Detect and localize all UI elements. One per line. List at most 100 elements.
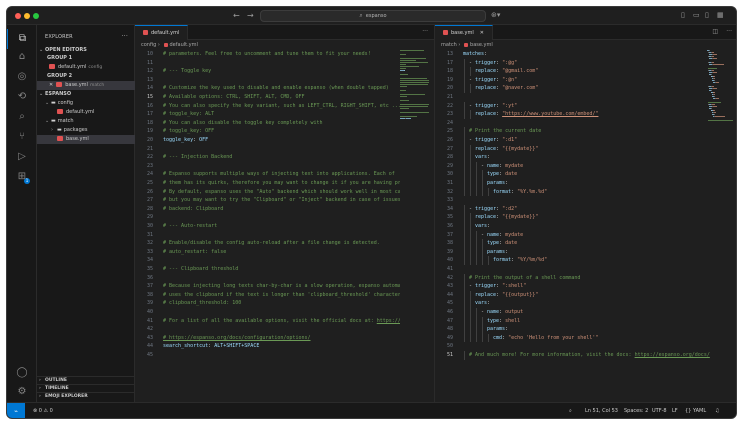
code-line[interactable]: 18 replace: "@gmail.com" — [435, 67, 711, 76]
code-line[interactable]: 11 — [135, 59, 400, 68]
encoding-setting[interactable]: UTF-8 — [652, 403, 667, 418]
code-line[interactable]: 43 # https://espanso.org/docs/configurati… — [135, 334, 400, 343]
code-line[interactable]: 40 — [135, 308, 400, 317]
breadcrumb-folder[interactable]: config — [141, 42, 156, 48]
open-editor-base-yml[interactable]: ✕ base.yml match — [37, 81, 135, 90]
code-line[interactable]: 17 # toggle_key: ALT — [135, 110, 400, 119]
code-line[interactable]: 30 # --- Auto-restart — [135, 222, 400, 231]
code-line[interactable]: 45 — [135, 351, 400, 360]
tab-default-yml[interactable]: default.yml — [135, 25, 189, 40]
breadcrumb-file[interactable]: base.yml — [470, 42, 493, 48]
code-line[interactable]: 10 # parameters. Feel free to uncomment a… — [135, 50, 400, 59]
espanso-root-folder[interactable]: ⌄ ESPANSO — [37, 90, 135, 99]
code-line[interactable]: 27 # but you may want to try the "Clipboa… — [135, 196, 400, 205]
code-line[interactable]: 36 vars: — [435, 222, 711, 231]
extensions-icon[interactable]: ⊞ 1 — [7, 167, 37, 187]
code-line[interactable]: 19 # toggle_key: OFF — [135, 127, 400, 136]
code-line[interactable]: 44 search_shortcut: ALT+SHIFT+SPACE — [135, 342, 400, 351]
folder-match[interactable]: ⌄ ▬ match — [37, 117, 135, 126]
toggle-secondary-sidebar-icon[interactable]: ▯ — [705, 11, 709, 19]
problems-indicator[interactable]: ⊗ 0 ⚠ 0 — [33, 403, 53, 418]
copilot-chat-icon[interactable]: ◎ — [7, 67, 37, 87]
minimap-right[interactable] — [707, 50, 735, 402]
code-line[interactable]: 13 matches: — [435, 50, 711, 59]
tab-base-yml[interactable]: base.yml ✕ — [435, 25, 493, 40]
code-line[interactable]: 43 - trigger: ":shell" — [435, 282, 711, 291]
remote-indicator-icon[interactable]: ⌁ — [7, 403, 25, 418]
code-line[interactable]: 21 — [435, 93, 711, 102]
code-line[interactable]: 26 - trigger: ":d1" — [435, 136, 711, 145]
code-line[interactable]: 32 # Enable/disable the config auto-reloa… — [135, 239, 400, 248]
customize-layout-icon[interactable]: ▦ — [717, 11, 724, 19]
code-line[interactable]: 22 # --- Injection Backend — [135, 153, 400, 162]
file-default-yml[interactable]: default.yml — [37, 108, 135, 117]
indentation-setting[interactable]: Spaces: 2 — [624, 403, 648, 418]
code-line[interactable]: 17 - trigger: ":@g" — [435, 59, 711, 68]
code-line[interactable]: 33 — [435, 196, 711, 205]
editor-actions-more-icon[interactable]: ··· — [726, 28, 732, 35]
code-line[interactable]: 16 # You can also specify the key variant… — [135, 102, 400, 111]
comment-token[interactable]: https://espanso.org/docs/ — [635, 352, 710, 358]
code-line[interactable]: 28 # backend: Clipboard — [135, 205, 400, 214]
code-line[interactable]: 24 — [435, 119, 711, 128]
code-line[interactable]: 31 — [135, 231, 400, 240]
code-line[interactable]: 35 replace: "{{mydate}}" — [435, 213, 711, 222]
string-token[interactable]: "https://www.youtube.com/embed/" — [502, 111, 598, 117]
forward-arrow-icon[interactable]: → — [247, 11, 254, 20]
code-line[interactable]: 18 # You can also disable the toggle key … — [135, 119, 400, 128]
code-line[interactable]: 15 # Available options: CTRL, SHIFT, ALT,… — [135, 93, 400, 102]
folder-packages[interactable]: › ▬ packages — [37, 126, 135, 135]
code-line[interactable]: 13 — [135, 76, 400, 85]
close-window-button[interactable] — [15, 13, 21, 19]
source-control-icon[interactable]: ⑂ — [7, 127, 37, 147]
cursor-position[interactable]: Ln 51, Col 53 — [585, 403, 618, 418]
code-line[interactable]: 27 replace: "{{mydate}}" — [435, 145, 711, 154]
toggle-panel-icon[interactable]: ▭ — [693, 11, 700, 19]
code-area-left[interactable]: 10 # parameters. Feel free to uncomment a… — [135, 50, 400, 402]
bookmark-icon[interactable]: ⌂ — [7, 47, 37, 67]
accounts-sync-icon[interactable]: ⟲ — [7, 87, 37, 107]
split-editor-icon[interactable]: ◫ — [712, 28, 718, 35]
close-icon[interactable]: ✕ — [480, 30, 484, 36]
zoom-icon[interactable]: ⌕ — [569, 403, 572, 418]
language-mode[interactable]: {} YAML — [685, 403, 706, 418]
command-center-search[interactable]: ⌕ espanso — [260, 10, 486, 22]
code-line[interactable]: 42 # Print the output of a shell command — [435, 274, 711, 283]
comment-token[interactable]: https://espa — [377, 318, 400, 324]
back-arrow-icon[interactable]: ← — [233, 11, 240, 20]
emoji-explorer-section[interactable]: › EMOJI EXPLORER — [37, 392, 135, 400]
code-line[interactable]: 33 # auto_restart: false — [135, 248, 400, 257]
toggle-sidebar-icon[interactable]: ▯ — [681, 11, 685, 19]
code-line[interactable]: 12 # --- Toggle key — [135, 67, 400, 76]
file-base-yml[interactable]: base.yml — [37, 135, 135, 144]
code-line[interactable]: 41 # For a list of all the available opti… — [135, 317, 400, 326]
search-icon[interactable]: ⌕ — [7, 107, 37, 127]
code-area-right[interactable]: 13 matches: 17 - trigger: ":@g" 18 replace: "… — [435, 50, 711, 402]
code-line[interactable]: 34 - trigger: ":d2" — [435, 205, 711, 214]
code-line[interactable]: 21 — [135, 145, 400, 154]
open-editor-default-yml[interactable]: default.yml config — [37, 63, 135, 72]
files-icon[interactable]: ⧉ — [7, 29, 37, 49]
code-line[interactable]: 29 — [135, 213, 400, 222]
code-line[interactable]: 24 # Espanso supports multiple ways of in… — [135, 170, 400, 179]
code-line[interactable]: 45 vars: — [435, 299, 711, 308]
timeline-section[interactable]: › TIMELINE — [37, 384, 135, 392]
breadcrumb-folder[interactable]: match — [441, 42, 457, 48]
code-line[interactable]: 51 # And much more! For more information,… — [435, 351, 711, 360]
code-line[interactable]: 23 replace: "https://www.youtube.com/embe… — [435, 110, 711, 119]
settings-gear-icon[interactable]: ⚙ — [7, 382, 37, 402]
folder-config[interactable]: ⌄ ▬ config — [37, 99, 135, 108]
code-line[interactable]: 36 — [135, 274, 400, 283]
code-line[interactable]: 50 — [435, 342, 711, 351]
copilot-icon[interactable]: ⊛▾ — [491, 11, 500, 19]
code-line[interactable]: 39 # clipboard_threshold: 100 — [135, 299, 400, 308]
code-line[interactable]: 22 - trigger: ":yt" — [435, 102, 711, 111]
code-line[interactable]: 19 - trigger: ":@n" — [435, 76, 711, 85]
code-line[interactable]: 25 # Print the current date — [435, 127, 711, 136]
breadcrumb-file[interactable]: default.yml — [170, 42, 198, 48]
comment-token[interactable]: # https://espanso.org/docs/configuration… — [163, 335, 311, 341]
code-line[interactable]: 38 # uses the clipboard if the text is lo… — [135, 291, 400, 300]
code-line[interactable]: 42 — [135, 325, 400, 334]
code-line[interactable]: 28 vars: — [435, 153, 711, 162]
close-icon[interactable]: ✕ — [49, 82, 53, 88]
